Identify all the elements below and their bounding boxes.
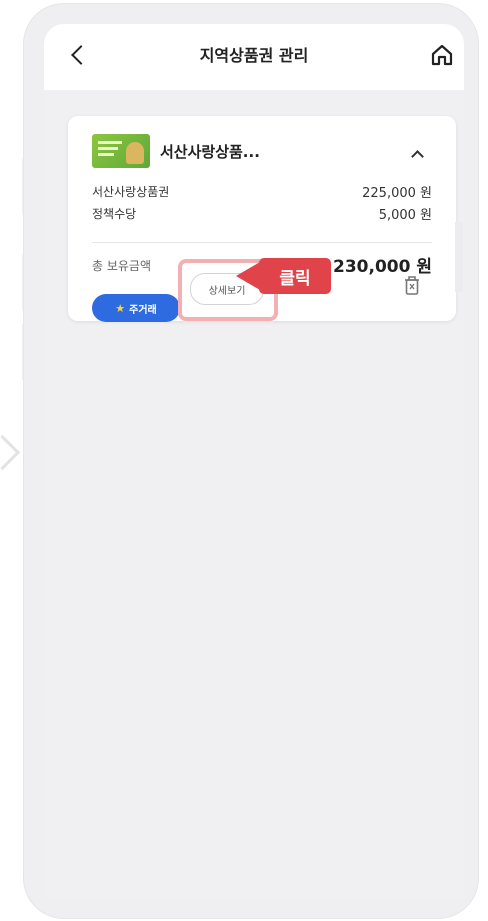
background-strip — [455, 222, 463, 292]
balance-row-value: 5,000 원 — [378, 208, 432, 223]
page-title: 지역상품권 관리 — [199, 46, 309, 65]
star-icon: ★ — [115, 301, 126, 315]
total-label: 총 보유금액 — [92, 259, 152, 273]
voucher-title: 서산사랑상품... — [160, 143, 260, 161]
favorite-label: 주거래 — [129, 304, 157, 316]
click-callout: 클릭 — [236, 258, 331, 294]
phone-frame: 지역상품권 관리 서산사랑상품... 서산사랑상품권 225,000 원 정책수… — [24, 4, 478, 918]
home-icon[interactable] — [429, 42, 455, 68]
trash-icon[interactable] — [402, 274, 422, 296]
divider — [92, 242, 432, 243]
callout-label: 클릭 — [259, 258, 331, 294]
balance-row-value: 225,000 원 — [362, 186, 432, 201]
balance-row-label: 서산사랑상품권 — [92, 185, 170, 199]
balance-row-label: 정책수당 — [92, 207, 137, 221]
app-screen: 지역상품권 관리 서산사랑상품... 서산사랑상품권 225,000 원 정책수… — [44, 24, 464, 900]
voucher-card-image — [92, 134, 150, 168]
app-header: 지역상품권 관리 — [44, 24, 464, 90]
callout-arrow-icon — [236, 262, 260, 290]
chevron-up-icon[interactable] — [411, 150, 424, 163]
next-arrow-icon — [0, 434, 21, 471]
favorite-button[interactable]: ★ 주거래 — [92, 294, 180, 322]
